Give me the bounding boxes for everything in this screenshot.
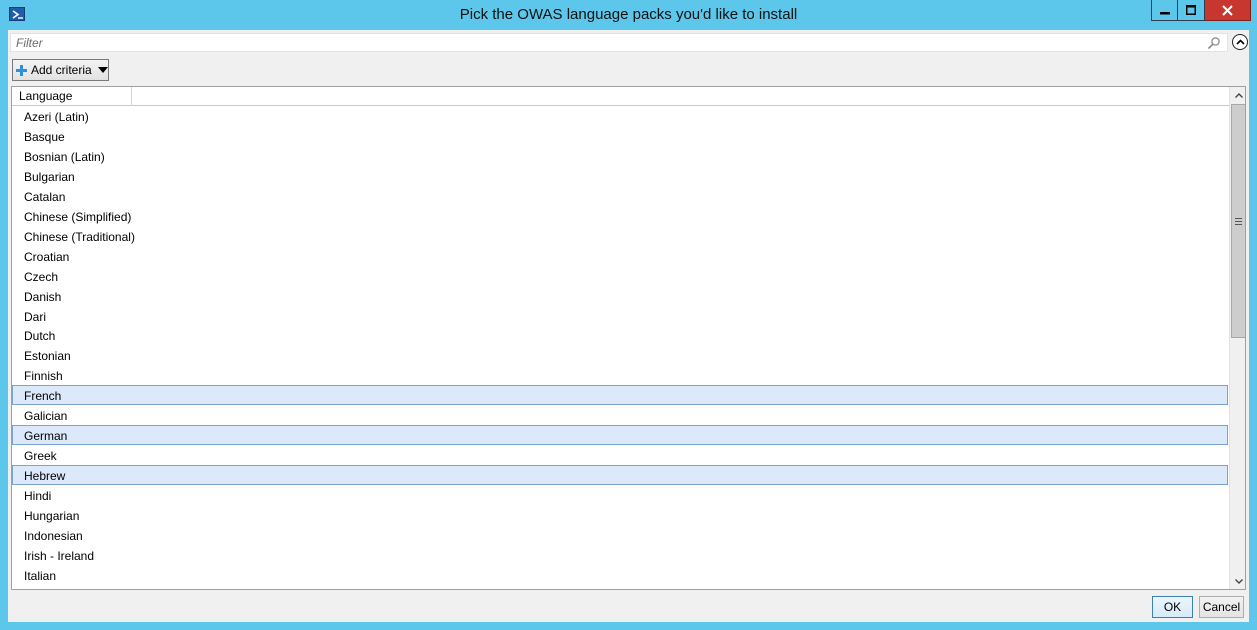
list-item[interactable]: French [12, 385, 1228, 406]
list-item[interactable]: Greek [12, 445, 1228, 465]
list-item[interactable]: Indonesian [12, 525, 1228, 545]
plus-icon [16, 64, 27, 76]
list-item[interactable]: Estonian [12, 345, 1228, 365]
add-criteria-button[interactable]: Add criteria [12, 59, 109, 81]
list-item[interactable]: Hebrew [12, 465, 1228, 486]
list-item[interactable]: Italian [12, 565, 1228, 585]
search-icon[interactable] [1207, 36, 1221, 50]
maximize-button[interactable] [1178, 0, 1205, 21]
list-item[interactable]: Chinese (Traditional) [12, 226, 1228, 246]
column-header-language[interactable]: Language [12, 87, 132, 106]
language-list[interactable]: Language Azeri (Latin) Basque Bosnian (Lat… [11, 86, 1246, 590]
list-item[interactable]: Dutch [12, 325, 1228, 345]
scroll-down-button[interactable] [1231, 573, 1245, 589]
close-icon [1222, 4, 1233, 16]
window-title: Pick the OWAS language packs you'd like … [459, 6, 798, 23]
list-item[interactable]: Danish [12, 286, 1228, 306]
dropdown-arrow-icon [97, 67, 108, 73]
vertical-scrollbar[interactable] [1229, 87, 1245, 589]
list-item[interactable]: Basque [12, 126, 1228, 146]
cancel-button[interactable]: Cancel [1199, 596, 1244, 618]
list-item[interactable]: German [12, 425, 1228, 446]
scrollbar-thumb[interactable] [1231, 104, 1245, 338]
chevron-up-icon [1235, 39, 1245, 45]
list-header: Language [12, 87, 1229, 106]
list-item[interactable]: Catalan [12, 186, 1228, 206]
minimize-button[interactable] [1151, 0, 1178, 21]
scroll-down-icon [1234, 578, 1243, 584]
list-item[interactable]: Irish - Ireland [12, 545, 1228, 565]
list-item[interactable]: Hindi [12, 485, 1228, 505]
scroll-up-button[interactable] [1231, 87, 1245, 103]
list-item[interactable]: Hungarian [12, 505, 1228, 525]
list-item[interactable]: Croatian [12, 246, 1228, 266]
list-item[interactable]: Dari [12, 306, 1228, 326]
list-item[interactable]: Galician [12, 405, 1228, 425]
scroll-up-icon [1234, 92, 1243, 98]
list-item[interactable]: Azeri (Latin) [12, 106, 1228, 126]
list-item[interactable]: Czech [12, 266, 1228, 286]
ok-button[interactable]: OK [1152, 596, 1193, 618]
close-button[interactable] [1205, 0, 1251, 21]
grip-icon [1235, 217, 1242, 225]
list-item[interactable]: Chinese (Simplified) [12, 206, 1228, 226]
title-bar[interactable]: Pick the OWAS language packs you'd like … [0, 0, 1257, 30]
filter-input[interactable] [11, 34, 1201, 51]
list-item[interactable]: Finnish [12, 365, 1228, 385]
list-rows: Azeri (Latin) Basque Bosnian (Latin) Bulgar… [12, 106, 1229, 589]
list-item[interactable]: Bulgarian [12, 166, 1228, 186]
list-item[interactable]: Bosnian (Latin) [12, 146, 1228, 166]
dialog-window: Pick the OWAS language packs you'd like … [0, 0, 1257, 630]
collapse-criteria-button[interactable] [1232, 34, 1248, 50]
add-criteria-label: Add criteria [31, 63, 92, 77]
minimize-icon [1159, 12, 1170, 15]
filter-bar [10, 33, 1228, 52]
maximize-icon [1186, 5, 1196, 15]
dialog-content: Add criteria Language Azeri (Latin)Basqu… [8, 30, 1249, 622]
